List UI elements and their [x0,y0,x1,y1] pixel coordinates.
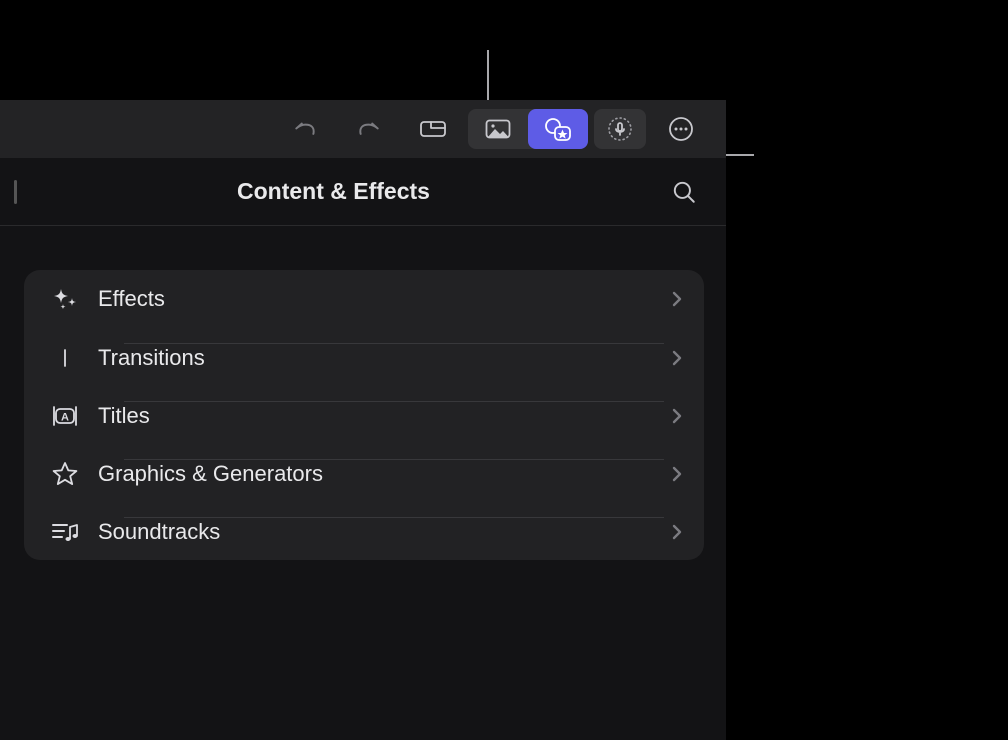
chevron-right-icon [668,407,686,425]
ellipsis-circle-icon [667,115,695,143]
redo-icon [356,116,382,142]
media-button[interactable] [468,109,528,149]
category-list: Effects Transitions [24,270,704,560]
list-item-label: Graphics & Generators [88,461,668,487]
undo-button[interactable] [276,109,334,149]
chevron-right-icon [668,523,686,541]
content-effects-panel: Content & Effects Effects [0,100,726,740]
chevron-right-icon [668,349,686,367]
media-content-group [468,109,588,149]
content-effects-button[interactable] [528,109,588,149]
list-item-graphics[interactable]: Graphics & Generators [42,444,686,502]
search-icon [671,179,697,205]
chevron-right-icon [668,465,686,483]
voiceover-button[interactable] [594,109,646,149]
sparkles-icon [42,285,88,313]
list-item-transitions[interactable]: Transitions [42,328,686,386]
clip-options-icon [418,117,448,141]
list-item-label: Soundtracks [88,519,668,545]
microphone-icon [607,116,633,142]
list-item-soundtracks[interactable]: Soundtracks [42,502,686,560]
content-effects-icon [543,116,573,142]
more-button[interactable] [652,109,710,149]
svg-text:A: A [61,411,69,423]
panel-titlebar: Content & Effects [0,158,726,226]
undo-icon [292,116,318,142]
chevron-right-icon [668,290,686,308]
titles-icon: A [42,403,88,429]
photo-icon [484,117,512,141]
search-button[interactable] [668,176,700,208]
list-item-label: Effects [88,286,668,312]
list-item-titles[interactable]: A Titles [42,386,686,444]
panel-title: Content & Effects [0,178,668,205]
redo-button[interactable] [340,109,398,149]
music-list-icon [42,519,88,545]
toolbar [0,100,726,158]
list-item-label: Transitions [88,345,668,371]
clip-options-button[interactable] [404,109,462,149]
voiceover-group [594,109,646,149]
list-item-label: Titles [88,403,668,429]
list-item-effects[interactable]: Effects [42,270,686,328]
star-icon [42,460,88,488]
transitions-icon [42,346,88,370]
